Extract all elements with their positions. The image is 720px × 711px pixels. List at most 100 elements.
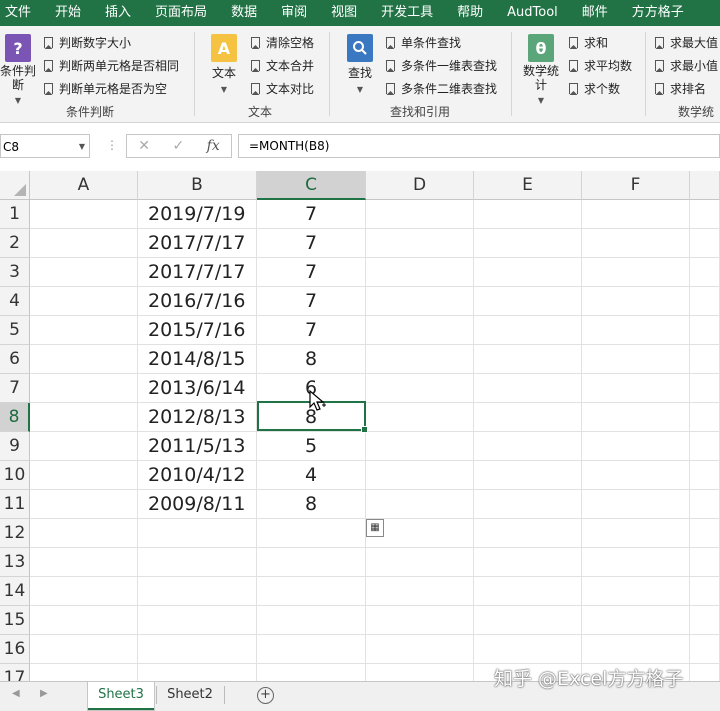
cell-f10[interactable] bbox=[582, 461, 690, 490]
cell-g13[interactable] bbox=[690, 548, 720, 577]
cell-g8[interactable] bbox=[690, 403, 720, 432]
ribbon-tab[interactable]: 方方格子 bbox=[620, 0, 696, 26]
cell-a14[interactable] bbox=[30, 577, 138, 606]
ribbon-tab[interactable]: 插入 bbox=[93, 0, 143, 26]
cell-e16[interactable] bbox=[474, 635, 582, 664]
cell-d8[interactable] bbox=[366, 403, 474, 432]
chevron-down-icon[interactable]: ▼ bbox=[79, 135, 85, 159]
row-header-5[interactable]: 5 bbox=[0, 316, 30, 345]
row-header-11[interactable]: 11 bbox=[0, 490, 30, 519]
formula-input[interactable]: =MONTH(B8) bbox=[238, 134, 720, 158]
cell-a9[interactable] bbox=[30, 432, 138, 461]
lookup-button[interactable]: 查找 ▼ bbox=[342, 34, 378, 95]
cell-b13[interactable] bbox=[138, 548, 257, 577]
cell-b2[interactable]: 2017/7/17 bbox=[138, 229, 257, 258]
ribbon-tab[interactable]: 帮助 bbox=[445, 0, 495, 26]
cell-f8[interactable] bbox=[582, 403, 690, 432]
add-sheet-button[interactable]: + bbox=[257, 687, 274, 704]
cell-e15[interactable] bbox=[474, 606, 582, 635]
insert-function-icon[interactable]: fx bbox=[207, 138, 220, 154]
cell-e8[interactable] bbox=[474, 403, 582, 432]
cell-e11[interactable] bbox=[474, 490, 582, 519]
cell-e5[interactable] bbox=[474, 316, 582, 345]
cell-e2[interactable] bbox=[474, 229, 582, 258]
row-header-13[interactable]: 13 bbox=[0, 548, 30, 577]
row-header-4[interactable]: 4 bbox=[0, 287, 30, 316]
cell-f7[interactable] bbox=[582, 374, 690, 403]
cell-g16[interactable] bbox=[690, 635, 720, 664]
cell-b8[interactable]: 2012/8/13 bbox=[138, 403, 257, 432]
single-condition-lookup-button[interactable]: 单条件查找 bbox=[386, 34, 461, 51]
max-value-button[interactable]: 求最大值 bbox=[655, 34, 718, 51]
cell-d16[interactable] bbox=[366, 635, 474, 664]
ribbon-tab[interactable]: 开始 bbox=[43, 0, 93, 26]
judge-two-cells-same-button[interactable]: 判断两单元格是否相同 bbox=[44, 57, 179, 74]
select-all-corner[interactable] bbox=[0, 171, 30, 200]
cell-b10[interactable]: 2010/4/12 bbox=[138, 461, 257, 490]
text-button[interactable]: A 文本 ▼ bbox=[206, 34, 242, 95]
cell-d10[interactable] bbox=[366, 461, 474, 490]
cell-c6[interactable]: 8 bbox=[257, 345, 366, 374]
condition-judge-button[interactable]: ? 条件判断 ▼ bbox=[0, 34, 36, 106]
cell-a7[interactable] bbox=[30, 374, 138, 403]
worksheet-grid[interactable]: A B C D E F 1 2019/7/19 7 2 2017/7/17 7 3 2017/7/17 7 4… bbox=[0, 171, 720, 681]
judge-number-size-button[interactable]: 判断数字大小 bbox=[44, 34, 131, 51]
cell-b15[interactable] bbox=[138, 606, 257, 635]
cell-f4[interactable] bbox=[582, 287, 690, 316]
multi-condition-1d-lookup-button[interactable]: 多条件一维表查找 bbox=[386, 57, 497, 74]
cell-e1[interactable] bbox=[474, 200, 582, 229]
ribbon-tab[interactable]: 邮件 bbox=[570, 0, 620, 26]
cell-a13[interactable] bbox=[30, 548, 138, 577]
cell-a5[interactable] bbox=[30, 316, 138, 345]
count-button[interactable]: 求个数 bbox=[569, 80, 620, 97]
cell-d11[interactable] bbox=[366, 490, 474, 519]
row-header-2[interactable]: 2 bbox=[0, 229, 30, 258]
cell-f3[interactable] bbox=[582, 258, 690, 287]
ribbon-tab[interactable]: 审阅 bbox=[269, 0, 319, 26]
column-header-partial[interactable] bbox=[690, 171, 720, 200]
cell-d4[interactable] bbox=[366, 287, 474, 316]
sum-button[interactable]: 求和 bbox=[569, 34, 608, 51]
cell-g9[interactable] bbox=[690, 432, 720, 461]
row-header-10[interactable]: 10 bbox=[0, 461, 30, 490]
cell-d6[interactable] bbox=[366, 345, 474, 374]
ribbon-tab[interactable]: 数据 bbox=[219, 0, 269, 26]
cell-g3[interactable] bbox=[690, 258, 720, 287]
average-button[interactable]: 求平均数 bbox=[569, 57, 632, 74]
cell-g17[interactable] bbox=[690, 664, 720, 681]
cell-c1[interactable]: 7 bbox=[257, 200, 366, 229]
cell-a15[interactable] bbox=[30, 606, 138, 635]
cell-d2[interactable] bbox=[366, 229, 474, 258]
column-header-b[interactable]: B bbox=[138, 171, 257, 200]
ribbon-tab[interactable]: 开发工具 bbox=[369, 0, 445, 26]
row-header-6[interactable]: 6 bbox=[0, 345, 30, 374]
cell-g15[interactable] bbox=[690, 606, 720, 635]
cell-b4[interactable]: 2016/7/16 bbox=[138, 287, 257, 316]
cell-c16[interactable] bbox=[257, 635, 366, 664]
cell-d7[interactable] bbox=[366, 374, 474, 403]
sheet-tab-sheet3[interactable]: Sheet3 bbox=[88, 682, 154, 710]
cell-d14[interactable] bbox=[366, 577, 474, 606]
ribbon-tab[interactable]: 文件 bbox=[0, 0, 43, 26]
cell-f2[interactable] bbox=[582, 229, 690, 258]
cell-f12[interactable] bbox=[582, 519, 690, 548]
cell-b6[interactable]: 2014/8/15 bbox=[138, 345, 257, 374]
cell-c17[interactable] bbox=[257, 664, 366, 681]
cell-c2[interactable]: 7 bbox=[257, 229, 366, 258]
cell-d17[interactable] bbox=[366, 664, 474, 681]
cell-g2[interactable] bbox=[690, 229, 720, 258]
cell-b5[interactable]: 2015/7/16 bbox=[138, 316, 257, 345]
cell-g5[interactable] bbox=[690, 316, 720, 345]
text-compare-button[interactable]: 文本对比 bbox=[251, 80, 314, 97]
cell-e3[interactable] bbox=[474, 258, 582, 287]
column-header-f[interactable]: F bbox=[582, 171, 690, 200]
cell-e6[interactable] bbox=[474, 345, 582, 374]
cell-e13[interactable] bbox=[474, 548, 582, 577]
cell-d13[interactable] bbox=[366, 548, 474, 577]
cancel-icon[interactable]: ✕ bbox=[138, 138, 150, 154]
cell-d5[interactable] bbox=[366, 316, 474, 345]
cell-a11[interactable] bbox=[30, 490, 138, 519]
cell-g4[interactable] bbox=[690, 287, 720, 316]
clear-spaces-button[interactable]: 清除空格 bbox=[251, 34, 314, 51]
cell-e12[interactable] bbox=[474, 519, 582, 548]
